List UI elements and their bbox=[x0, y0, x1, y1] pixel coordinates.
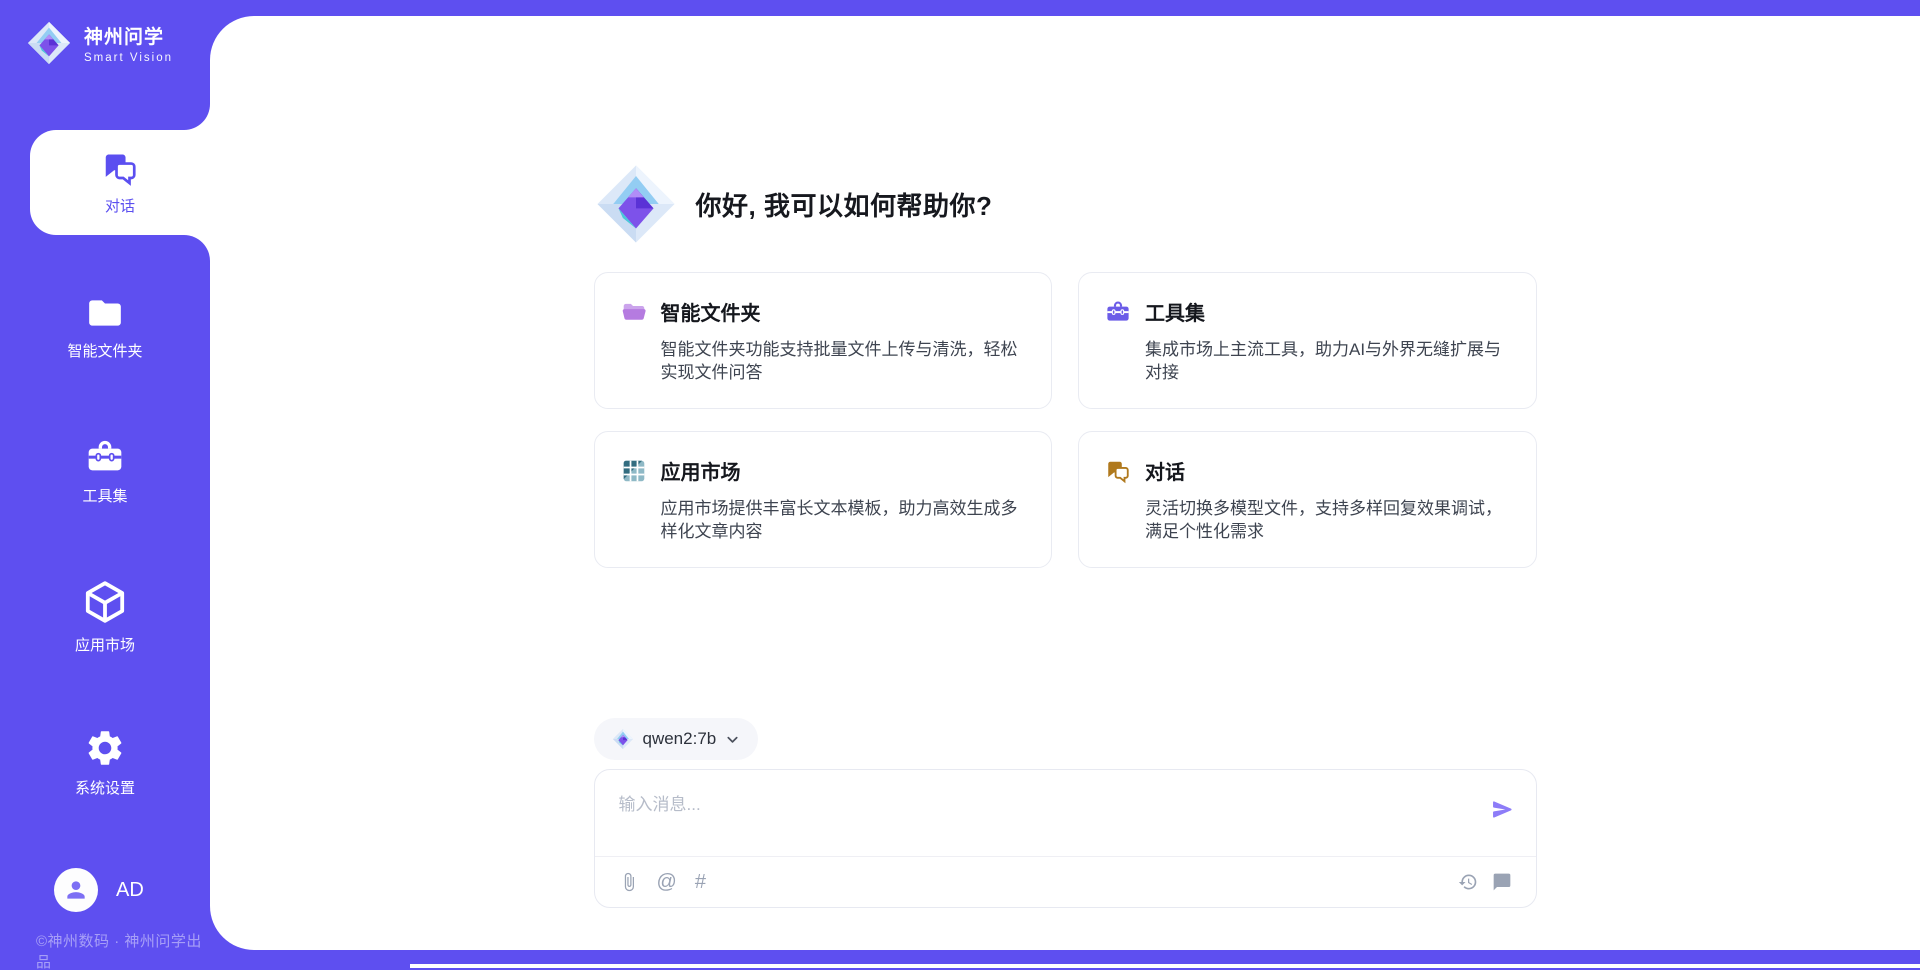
conversation-button[interactable] bbox=[1492, 872, 1512, 892]
folder-icon bbox=[86, 294, 124, 332]
sidebar-item-label: 应用市场 bbox=[75, 634, 135, 655]
model-selector[interactable]: qwen2:7b bbox=[594, 718, 759, 760]
toolbar-right bbox=[1458, 872, 1512, 892]
spacer bbox=[594, 568, 1537, 718]
model-logo-icon bbox=[612, 728, 634, 750]
sidebar-item-toolset[interactable]: 工具集 bbox=[0, 437, 210, 506]
feature-cards: 智能文件夹 智能文件夹功能支持批量文件上传与清洗，轻松实现文件问答 工具 bbox=[594, 272, 1537, 568]
app-root: 神州问学 Smart Vision 对话 智能文件夹 bbox=[0, 0, 1920, 970]
hashtag-button[interactable]: # bbox=[695, 872, 706, 892]
main-content: 你好, 我可以如何帮助你? 智能文件夹 智能文件夹功能支持批量文件上传与清洗，轻… bbox=[594, 16, 1537, 950]
chevron-down-icon bbox=[725, 732, 740, 747]
bottom-scrollbar[interactable] bbox=[410, 964, 1920, 968]
card-description: 灵活切换多模型文件，支持多样回复效果调试，满足个性化需求 bbox=[1145, 497, 1510, 543]
brand-logo-icon bbox=[26, 20, 72, 66]
composer: qwen2:7b bbox=[594, 718, 1537, 908]
card-head: 智能文件夹 bbox=[621, 297, 1026, 326]
user-initials: AD bbox=[116, 879, 144, 902]
sidebar-item-app-market[interactable]: 应用市场 bbox=[0, 578, 210, 655]
card-head: 对话 bbox=[1105, 456, 1510, 485]
avatar bbox=[54, 868, 98, 912]
chat-icon bbox=[101, 149, 139, 187]
message-bubble-icon bbox=[1492, 872, 1512, 892]
card-title: 智能文件夹 bbox=[661, 297, 761, 326]
history-icon bbox=[1458, 872, 1478, 892]
card-app-market[interactable]: 应用市场 应用市场提供丰富长文本模板，助力高效生成多样化文章内容 bbox=[594, 431, 1053, 568]
tab-curve-top bbox=[184, 104, 210, 130]
brand-subtitle: Smart Vision bbox=[84, 52, 173, 64]
sidebar-item-smart-folder[interactable]: 智能文件夹 bbox=[0, 294, 210, 361]
sidebar: 神州问学 Smart Vision 对话 智能文件夹 bbox=[0, 0, 210, 970]
send-icon bbox=[1491, 798, 1514, 821]
hero-logo-icon bbox=[594, 162, 678, 246]
card-chat[interactable]: 对话 灵活切换多模型文件，支持多样回复效果调试，满足个性化需求 bbox=[1078, 431, 1537, 568]
sidebar-item-label: 系统设置 bbox=[75, 777, 135, 798]
model-name: qwen2:7b bbox=[643, 729, 717, 749]
message-input-card: @ # bbox=[594, 769, 1537, 908]
cube-icon bbox=[81, 578, 129, 626]
sidebar-item-chat[interactable]: 对话 bbox=[30, 130, 210, 235]
sidebar-item-label: 对话 bbox=[105, 195, 135, 216]
card-description: 应用市场提供丰富长文本模板，助力高效生成多样化文章内容 bbox=[661, 497, 1026, 543]
history-button[interactable] bbox=[1458, 872, 1478, 892]
hero: 你好, 我可以如何帮助你? bbox=[594, 162, 1537, 246]
sidebar-item-settings[interactable]: 系统设置 bbox=[0, 727, 210, 798]
gear-icon bbox=[84, 727, 126, 769]
card-title: 应用市场 bbox=[661, 456, 741, 485]
person-icon bbox=[63, 877, 89, 903]
toolbox-icon bbox=[85, 437, 125, 477]
sidebar-item-label: 工具集 bbox=[82, 485, 127, 506]
toolbox-icon bbox=[1105, 299, 1131, 325]
attach-file-button[interactable] bbox=[619, 872, 639, 892]
folder-open-icon bbox=[621, 299, 647, 325]
card-head: 应用市场 bbox=[621, 456, 1026, 485]
paperclip-icon bbox=[619, 872, 639, 892]
copyright-text: ©神州数码 · 神州问学出品 bbox=[36, 930, 210, 970]
card-title: 对话 bbox=[1145, 456, 1185, 485]
brand-name: 神州问学 bbox=[84, 22, 173, 49]
card-smart-folder[interactable]: 智能文件夹 智能文件夹功能支持批量文件上传与清洗，轻松实现文件问答 bbox=[594, 272, 1053, 409]
card-head: 工具集 bbox=[1105, 297, 1510, 326]
grid-icon bbox=[621, 458, 647, 484]
mention-button[interactable]: @ bbox=[657, 872, 677, 892]
send-button[interactable] bbox=[1491, 798, 1514, 821]
brand[interactable]: 神州问学 Smart Vision bbox=[26, 20, 173, 66]
card-toolset[interactable]: 工具集 集成市场上主流工具，助力AI与外界无缝扩展与对接 bbox=[1078, 272, 1537, 409]
user-profile[interactable]: AD bbox=[54, 868, 144, 912]
sidebar-item-label: 智能文件夹 bbox=[67, 340, 142, 361]
chat-icon bbox=[1105, 458, 1131, 484]
brand-text: 神州问学 Smart Vision bbox=[84, 22, 173, 64]
composer-toolbar: @ # bbox=[595, 857, 1536, 907]
main-panel: 你好, 我可以如何帮助你? 智能文件夹 智能文件夹功能支持批量文件上传与清洗，轻… bbox=[210, 16, 1920, 950]
greeting-title: 你好, 我可以如何帮助你? bbox=[696, 186, 993, 223]
card-title: 工具集 bbox=[1145, 297, 1205, 326]
card-description: 集成市场上主流工具，助力AI与外界无缝扩展与对接 bbox=[1145, 338, 1510, 384]
message-input[interactable] bbox=[595, 770, 1536, 856]
card-description: 智能文件夹功能支持批量文件上传与清洗，轻松实现文件问答 bbox=[661, 338, 1026, 384]
tab-curve-bottom bbox=[184, 235, 210, 261]
